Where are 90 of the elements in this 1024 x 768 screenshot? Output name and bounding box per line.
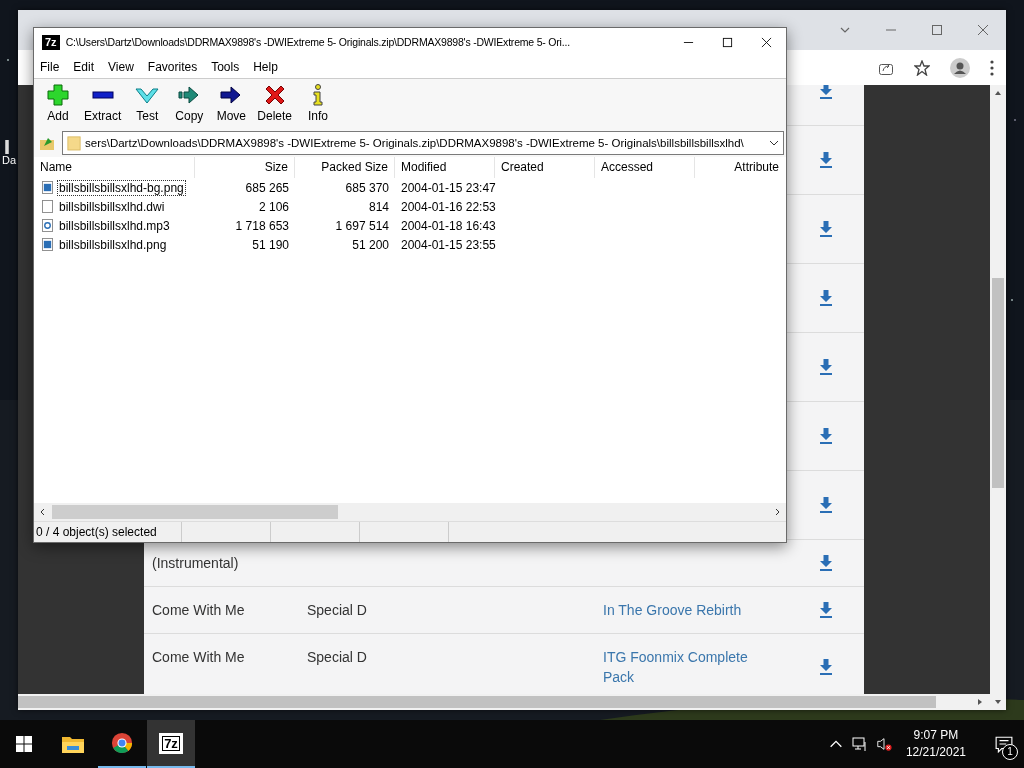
file-size: 51 190 [251,237,290,252]
archiver-taskbar-button[interactable]: 7z [147,720,195,768]
clock-time[interactable]: 9:07 PM [913,727,959,744]
network-icon[interactable] [851,736,868,752]
file-icon [42,200,53,213]
windows-start-icon[interactable] [16,736,32,752]
column-header[interactable]: Size [195,157,295,178]
song-title: Come With Me [152,649,245,665]
app-logo: 7z [42,34,60,50]
modified-date: 2004-01-15 23:47 [400,180,495,195]
close-icon[interactable] [761,36,772,48]
download-icon[interactable] [817,427,834,445]
delete-button[interactable]: Delete [253,79,297,129]
browser-logo-icon [110,732,134,754]
menu-item[interactable]: Edit [73,60,95,74]
pack-link[interactable]: In The Groove Rebirth [603,600,763,620]
scroll-up-icon[interactable] [994,89,1002,97]
audio-file-icon [42,219,53,232]
download-icon[interactable] [817,289,834,307]
column-header[interactable]: Modified [395,157,495,178]
modified-date: 2004-01-16 22:53 [400,199,495,214]
download-icon[interactable] [817,496,834,514]
download-icon[interactable] [817,358,834,376]
status-text: 0 / 4 object(s) selected [34,522,182,542]
move-button[interactable]: Move [211,79,252,129]
scroll-left-icon[interactable] [39,508,47,516]
app-logo: 7z [159,732,183,754]
notifications-button[interactable]: 1 [984,720,1024,768]
file-name[interactable]: billsbillsbillsxlhd.mp3 [57,217,172,234]
path-field[interactable]: sers\Dartz\Downloads\DDRMAX9898's -DWIExtreme 5- Originals.zip\DDRMAX9898's -DWIExtreme 5- Originals\billsbillsbillsxlhd\ [62,131,784,155]
modified-date: 2004-01-15 23:55 [400,237,495,252]
image-file-icon [42,181,53,194]
modified-date: 2004-01-18 16:43 [400,218,495,233]
column-header[interactable]: Created [495,157,595,178]
notification-count: 1 [1002,744,1018,760]
download-icon[interactable] [817,85,834,100]
copy-button[interactable]: Copy [169,79,210,129]
test-button[interactable]: Test [127,79,168,129]
menu-item[interactable]: Help [253,60,278,74]
file-name[interactable]: billsbillsbillsxlhd-bg.png [57,179,186,196]
download-icon[interactable] [817,554,834,572]
plus-icon [46,83,70,107]
shortcut-icon[interactable] [2,140,12,154]
column-header[interactable]: Attribute [695,157,785,178]
volume-muted-icon[interactable] [875,736,892,752]
horizontal-scrollbar[interactable] [18,694,990,710]
menu-item[interactable]: View [108,60,134,74]
desktop-icon-label[interactable]: Da [2,154,17,166]
download-icon[interactable] [817,658,834,676]
profile-icon[interactable] [950,57,970,78]
add-button[interactable]: Add [38,79,78,129]
song-title: (Instrumental) [152,555,239,571]
file-name[interactable]: billsbillsbillsxlhd.png [57,236,169,253]
column-header[interactable]: Packed Size [295,157,395,178]
clock-date[interactable]: 12/21/2021 [905,744,966,761]
vertical-scrollbar[interactable] [990,85,1006,710]
image-file-icon [42,238,53,251]
download-icon[interactable] [817,151,834,169]
file-size: 1 718 653 [234,218,290,233]
file-size: 685 265 [244,180,290,195]
column-header[interactable]: Accessed [595,157,695,178]
scroll-right-icon[interactable] [773,508,781,516]
dropdown-icon[interactable] [769,138,779,148]
packed-size: 685 370 [344,180,390,195]
packed-size: 51 200 [351,237,390,252]
star-icon[interactable] [914,59,930,76]
scroll-down-icon[interactable] [994,698,1002,706]
extract-button[interactable]: Extract [80,79,126,129]
packed-size: 814 [367,199,390,214]
file-size: 2 106 [257,199,290,214]
pack-link[interactable]: ITG Foonmix Complete Pack [603,647,763,687]
window-title: C:\Users\Dartz\Downloads\DDRMAX9898's -DWIExtreme 5- Originals.zip\DDRMAX9898's -DWIExtreme 5- Ori... [65,36,571,48]
menu-item[interactable]: File [40,60,60,74]
info-button[interactable]: Info [298,79,339,129]
column-header[interactable]: Name [34,157,195,178]
menu-item[interactable]: Favorites [147,60,198,74]
song-title: Come With Me [152,602,245,618]
artist-name: Special D [307,649,367,665]
download-icon[interactable] [817,220,834,238]
folder-icon [67,135,81,151]
menu-item[interactable]: Tools [211,60,240,74]
scroll-right-icon[interactable] [976,698,984,706]
message-icon [995,735,1013,753]
horizontal-scrollbar[interactable] [34,503,786,521]
packed-size: 1 697 514 [334,218,390,233]
download-icon[interactable] [817,601,834,619]
artist-name: Special D [307,602,367,618]
maximize-icon[interactable] [722,36,733,48]
file-name[interactable]: billsbillsbillsxlhd.dwi [57,198,167,215]
menu-icon[interactable] [990,59,994,76]
